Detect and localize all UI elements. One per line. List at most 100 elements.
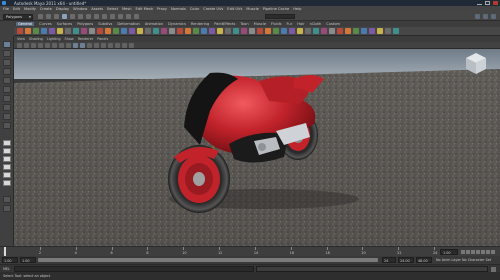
menu-item-proxy[interactable]: Proxy: [157, 7, 167, 11]
shelf-button-icon[interactable]: [249, 28, 255, 34]
menu-item-create[interactable]: Create: [40, 7, 52, 11]
shelf-button-icon[interactable]: [289, 28, 295, 34]
shelf-button-icon[interactable]: [353, 28, 359, 34]
persp-graph-layout-icon[interactable]: [3, 172, 11, 178]
film-gate-icon[interactable]: [52, 42, 57, 48]
shelf-tab-painteffects[interactable]: PaintEffects: [214, 22, 235, 26]
snap-curve-icon[interactable]: [94, 14, 99, 19]
shelf-button-icon[interactable]: [377, 28, 383, 34]
shelf-button-icon[interactable]: [313, 28, 319, 34]
menu-item-modify[interactable]: Modify: [24, 7, 36, 11]
shelf-button-icon[interactable]: [257, 28, 263, 34]
menu-item-help[interactable]: Help: [293, 7, 301, 11]
shelf-tab-surfaces[interactable]: Surfaces: [57, 22, 73, 26]
playback-end-field[interactable]: 24: [382, 257, 396, 263]
menu-item-mesh[interactable]: Mesh: [122, 7, 131, 11]
menu-item-file[interactable]: File: [3, 7, 9, 11]
shelf-tab-polygons[interactable]: Polygons: [77, 22, 93, 26]
rotate-tool-icon[interactable]: [3, 77, 11, 84]
render-settings-icon[interactable]: [134, 14, 139, 19]
paint-select-icon[interactable]: [3, 59, 11, 66]
quick-layout-icon[interactable]: [3, 196, 11, 203]
snap-point-icon[interactable]: [102, 14, 107, 19]
menu-item-create-uvs[interactable]: Create UVs: [203, 7, 223, 11]
menu-item-edit-mesh[interactable]: Edit Mesh: [136, 7, 154, 11]
shelf-button-icon[interactable]: [81, 28, 87, 34]
select-tool-icon[interactable]: [3, 41, 11, 48]
current-time-marker[interactable]: [4, 247, 6, 256]
shelf-button-icon[interactable]: [193, 28, 199, 34]
shelf-tab-dynamics[interactable]: Dynamics: [168, 22, 186, 26]
time-slider[interactable]: 124681012141618202224 1.00: [0, 246, 500, 256]
playback-start-field[interactable]: 1.00: [20, 257, 36, 263]
four-view-layout-icon[interactable]: [3, 148, 11, 154]
menu-item-normals[interactable]: Normals: [171, 7, 186, 11]
step-back-icon[interactable]: [466, 250, 470, 254]
shelf-tab-general[interactable]: General: [16, 22, 35, 26]
shadows-icon[interactable]: [108, 42, 113, 48]
current-frame-field[interactable]: 1.00: [440, 249, 458, 255]
tool-settings-icon[interactable]: [483, 14, 488, 19]
select-hierarchy-icon[interactable]: [62, 14, 67, 19]
step-forward-icon[interactable]: [481, 250, 485, 254]
shelf-tab-ncloth[interactable]: nCloth: [310, 22, 322, 26]
input-field[interactable]: [265, 14, 295, 19]
shelf-button-icon[interactable]: [217, 28, 223, 34]
start-time-field[interactable]: 1.00: [2, 257, 18, 263]
shelf-tab-fur[interactable]: Fur: [287, 22, 293, 26]
single-view-layout-icon[interactable]: [3, 140, 11, 146]
select-component-icon[interactable]: [78, 14, 83, 19]
menu-item-select[interactable]: Select: [107, 7, 118, 11]
panel-menu-renderer[interactable]: Renderer: [78, 37, 93, 41]
move-tool-icon[interactable]: [3, 68, 11, 75]
soft-mod-icon[interactable]: [3, 104, 11, 111]
channel-box-icon[interactable]: [491, 14, 496, 19]
panel-menu-lighting[interactable]: Lighting: [47, 37, 61, 41]
menu-item-pipeline-cache[interactable]: Pipeline Cache: [263, 7, 289, 11]
shelf-button-icon[interactable]: [41, 28, 47, 34]
shelf-button-icon[interactable]: [89, 28, 95, 34]
shelf-button-icon[interactable]: [209, 28, 215, 34]
shelf-button-icon[interactable]: [361, 28, 367, 34]
snap-grid-icon[interactable]: [86, 14, 91, 19]
menu-item-assets[interactable]: Assets: [91, 7, 103, 11]
select-camera-icon[interactable]: [17, 42, 22, 48]
shelf-button-icon[interactable]: [33, 28, 39, 34]
hq-render-icon[interactable]: [129, 42, 134, 48]
shelf-button-icon[interactable]: [305, 28, 311, 34]
shelf-button-icon[interactable]: [113, 28, 119, 34]
use-lights-icon[interactable]: [101, 42, 106, 48]
maximize-icon[interactable]: [485, 1, 490, 5]
shelf-tab-deformation[interactable]: Deformation: [117, 22, 139, 26]
panel-menu-view[interactable]: View: [17, 37, 25, 41]
shelf-button-icon[interactable]: [185, 28, 191, 34]
shelf-tab-muscle[interactable]: Muscle: [254, 22, 266, 26]
select-object-icon[interactable]: [70, 14, 75, 19]
shelf-tab-hair[interactable]: Hair: [297, 22, 304, 26]
ipr-render-icon[interactable]: [126, 14, 131, 19]
menu-item-muscle[interactable]: Muscle: [246, 7, 258, 11]
shelf-button-icon[interactable]: [169, 28, 175, 34]
isolate-select-icon[interactable]: [122, 42, 127, 48]
character-set-dropdown[interactable]: No Character Set: [462, 258, 491, 262]
shelf-button-icon[interactable]: [297, 28, 303, 34]
shelf-button-icon[interactable]: [49, 28, 55, 34]
menu-item-window[interactable]: Window: [73, 7, 87, 11]
shelf-button-icon[interactable]: [17, 28, 23, 34]
shelf-tab-toon[interactable]: Toon: [240, 22, 248, 26]
shelf-button-icon[interactable]: [281, 28, 287, 34]
shelf-button-icon[interactable]: [137, 28, 143, 34]
panel-menu-shading[interactable]: Shading: [29, 37, 43, 41]
lasso-tool-icon[interactable]: [3, 50, 11, 57]
shelf-button-icon[interactable]: [161, 28, 167, 34]
universal-manip-icon[interactable]: [3, 95, 11, 102]
shelf-tab-animation[interactable]: Animation: [145, 22, 163, 26]
end-time-field[interactable]: 24.00: [398, 257, 414, 263]
image-plane-icon[interactable]: [38, 42, 43, 48]
perspective-viewport[interactable]: [14, 49, 500, 246]
scale-tool-icon[interactable]: [3, 86, 11, 93]
script-editor-icon[interactable]: [491, 266, 496, 272]
minimize-icon[interactable]: [477, 1, 482, 5]
persp-hypershade-layout-icon[interactable]: [3, 180, 11, 186]
shelf-button-icon[interactable]: [73, 28, 79, 34]
